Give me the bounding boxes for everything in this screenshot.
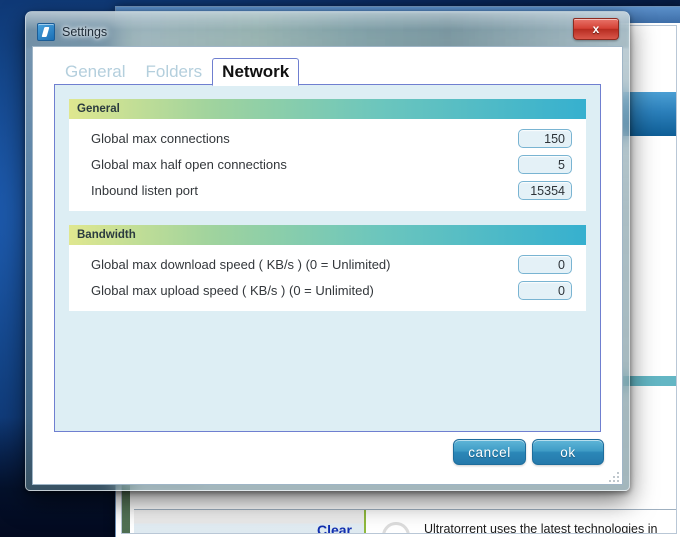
dialog-client-area: General Folders Network General Global m…	[32, 46, 623, 485]
magnifier-icon	[382, 522, 410, 533]
clear-link[interactable]: Clear	[317, 522, 352, 533]
background-clear-cell: Clear	[134, 510, 366, 533]
tabstrip: General Folders Network	[33, 57, 622, 86]
dialog-title: Settings	[62, 25, 108, 39]
row-global-max-upload-speed: Global max upload speed ( KB/s ) (0 = Un…	[69, 277, 586, 303]
input-global-max-connections[interactable]: 150	[518, 128, 572, 148]
background-bottom-panel: Clear Ultratorrent uses the latest techn…	[134, 509, 676, 533]
dialog-titlebar[interactable]: Settings x	[32, 18, 623, 46]
background-description-text: Ultratorrent uses the latest technologie…	[424, 522, 658, 534]
group-general-header: General	[69, 99, 586, 119]
close-button[interactable]: x	[573, 18, 619, 40]
row-global-max-connections: Global max connections 150	[69, 125, 586, 151]
tab-network[interactable]: Network	[212, 57, 300, 86]
input-inbound-listen-port[interactable]: 15354	[518, 180, 572, 200]
dialog-footer: cancel ok	[33, 432, 622, 484]
group-bandwidth-body: Global max download speed ( KB/s ) (0 = …	[69, 245, 586, 311]
group-general: General Global max connections 150 Globa…	[69, 99, 586, 211]
group-bandwidth-header: Bandwidth	[69, 225, 586, 245]
tab-general[interactable]: General	[55, 58, 135, 85]
settings-dialog[interactable]: Settings x General Folders Network Gener…	[25, 11, 630, 491]
network-settings-panel: General Global max connections 150 Globa…	[54, 84, 601, 432]
ultratorrent-icon	[37, 23, 55, 41]
cancel-button[interactable]: cancel	[453, 439, 526, 465]
label-global-max-connections: Global max connections	[91, 130, 230, 146]
group-bandwidth: Bandwidth Global max download speed ( KB…	[69, 225, 586, 311]
row-global-max-half-open-connections: Global max half open connections 5	[69, 151, 586, 177]
screen: Searc ltra RRENT ht 0 torrent se d durin…	[0, 0, 680, 537]
label-global-max-download-speed: Global max download speed ( KB/s ) (0 = …	[91, 256, 391, 272]
resize-grip[interactable]	[607, 470, 619, 482]
row-global-max-download-speed: Global max download speed ( KB/s ) (0 = …	[69, 251, 586, 277]
label-inbound-listen-port: Inbound listen port	[91, 182, 198, 198]
input-global-max-half-open-connections[interactable]: 5	[518, 154, 572, 174]
input-global-max-download-speed[interactable]: 0	[518, 254, 572, 274]
tab-folders[interactable]: Folders	[135, 58, 212, 85]
input-global-max-upload-speed[interactable]: 0	[518, 280, 572, 300]
label-global-max-half-open-connections: Global max half open connections	[91, 156, 287, 172]
ok-button[interactable]: ok	[532, 439, 604, 465]
group-general-body: Global max connections 150 Global max ha…	[69, 119, 586, 211]
row-inbound-listen-port: Inbound listen port 15354	[69, 177, 586, 203]
label-global-max-upload-speed: Global max upload speed ( KB/s ) (0 = Un…	[91, 282, 374, 298]
